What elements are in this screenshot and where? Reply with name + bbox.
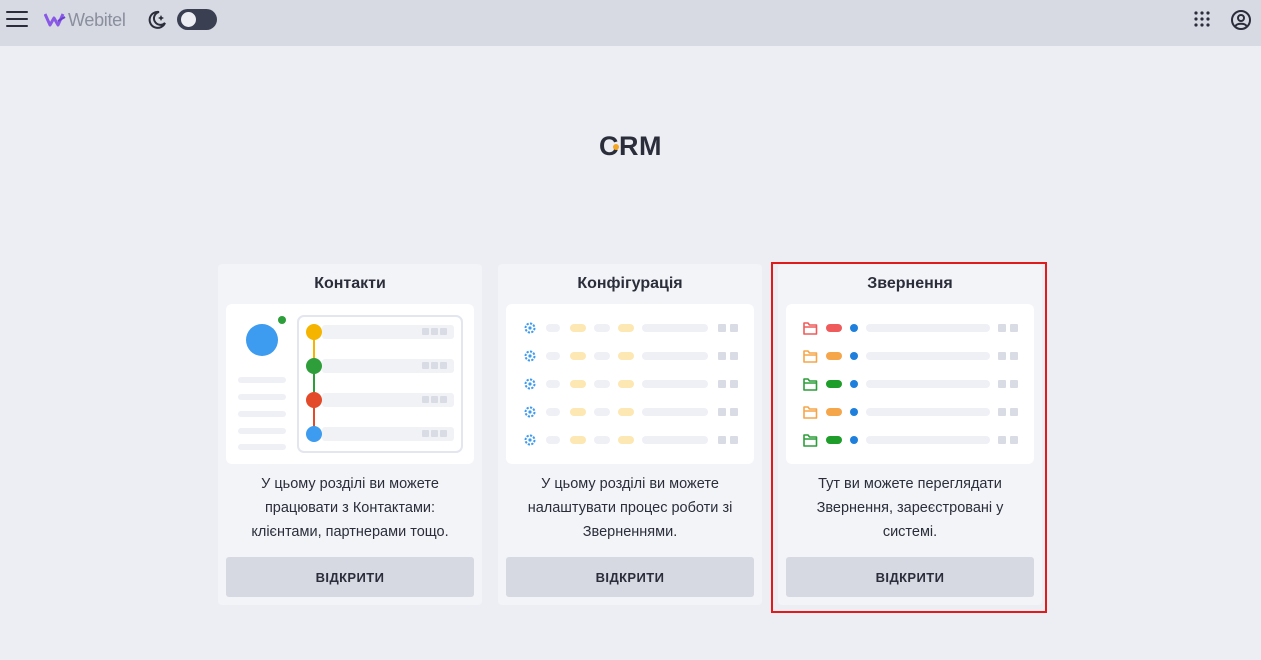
card-description: У цьому розділі ви можете налаштувати пр…	[527, 476, 733, 540]
brand-logo[interactable]: Webitel	[44, 9, 126, 31]
webitel-logo-icon	[44, 13, 66, 27]
card-description: У цьому розділі ви можете працювати з Ко…	[251, 476, 449, 540]
top-bar: Webitel	[0, 0, 1261, 46]
card-configuration: Конфігурація У цьому розділі ви можете н…	[498, 264, 762, 605]
open-configuration-button[interactable]: ВІДКРИТИ	[506, 557, 754, 597]
apps-grid-icon[interactable]	[1194, 11, 1210, 27]
account-icon[interactable]	[1230, 9, 1252, 31]
open-cases-button[interactable]: ВІДКРИТИ	[786, 557, 1034, 597]
card-description: Тут ви можете переглядати Звернення, зар…	[816, 476, 1004, 540]
cases-illustration	[786, 304, 1034, 464]
card-title: Звернення	[867, 275, 953, 292]
page-title: CRM	[599, 131, 662, 161]
moon-icon	[148, 10, 166, 29]
card-title: Контакти	[314, 275, 386, 292]
contacts-illustration	[226, 304, 474, 464]
menu-icon[interactable]	[6, 11, 28, 29]
theme-toggle[interactable]	[177, 9, 217, 30]
brand-name: Webitel	[68, 9, 126, 30]
toggle-knob	[181, 12, 196, 27]
card-title: Конфігурація	[577, 275, 683, 292]
card-cases: Звернення Тут ви можете переглядати Звер…	[778, 264, 1042, 605]
card-contacts: Контакти У цьому розділі ви можете працю…	[218, 264, 482, 605]
configuration-illustration	[506, 304, 754, 464]
open-contacts-button[interactable]: ВІДКРИТИ	[226, 557, 474, 597]
